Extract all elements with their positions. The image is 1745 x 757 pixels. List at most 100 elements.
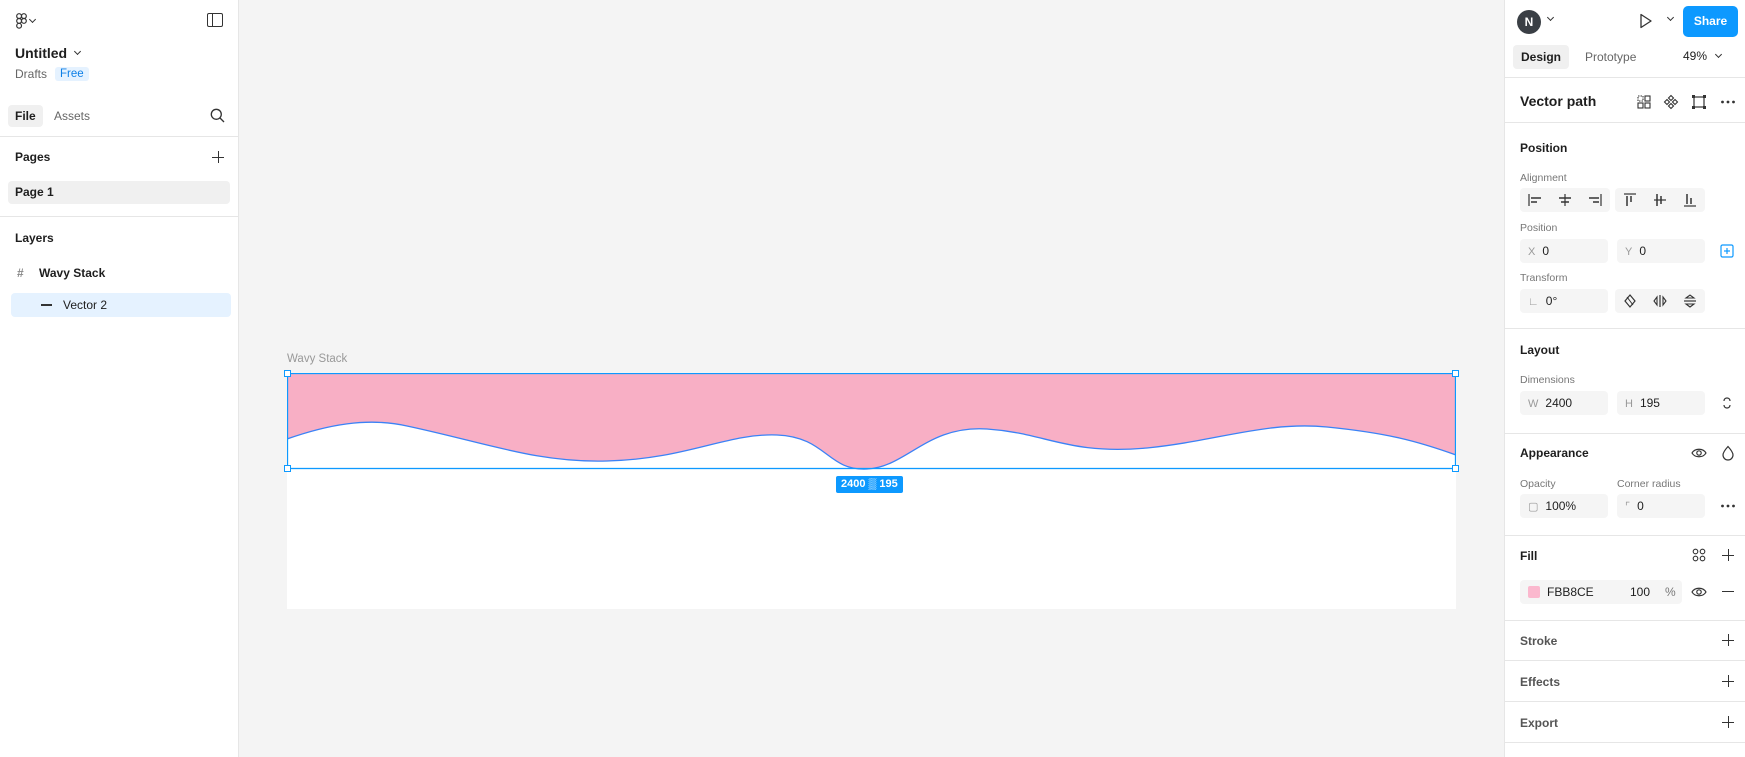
align-horizontal-center-icon[interactable] [1550,188,1580,212]
h-label: H [1625,398,1633,410]
rotation-icon: ∟ [1528,296,1539,308]
opacity-icon: ▢ [1528,501,1539,513]
add-effect-icon[interactable] [1722,675,1734,687]
styles-icon[interactable] [1691,547,1707,563]
x-label: X [1528,246,1536,258]
resize-handle-bottom-left[interactable] [284,465,291,472]
opacity-field[interactable]: ▢ 100% [1520,494,1608,518]
appearance-header: Appearance [1520,446,1589,460]
divider [1505,742,1745,743]
flip-vertical-icon[interactable] [1675,289,1705,313]
zoom-control[interactable]: 49% [1683,49,1723,63]
x-position-field[interactable]: X0 [1520,239,1608,263]
rotation-value: 0° [1545,294,1558,308]
add-stroke-icon[interactable] [1722,634,1734,646]
constraints-icon[interactable] [1719,243,1735,259]
height-field[interactable]: H 195 [1617,391,1705,415]
vertical-align-group [1615,188,1705,212]
transform-group [1615,289,1705,313]
drafts-link[interactable]: Drafts [15,67,47,81]
tab-prototype[interactable]: Prototype [1577,45,1644,69]
blend-mode-icon[interactable] [1720,445,1736,461]
divider [0,216,239,217]
eye-icon[interactable] [1691,584,1707,600]
component-icon[interactable] [1663,94,1679,110]
align-left-icon[interactable] [1520,188,1550,212]
align-top-icon[interactable] [1615,188,1645,212]
dimension-badge: 2400 ▒ 195 [836,476,903,493]
chevron-down-icon [1714,50,1723,59]
present-icon[interactable] [1639,13,1653,29]
flip-horizontal-icon[interactable] [1645,289,1675,313]
add-export-icon[interactable] [1722,716,1734,728]
toggle-sidebar-icon[interactable] [207,13,223,27]
resize-handle-top-right[interactable] [1452,370,1459,377]
chevron-down-icon[interactable] [1546,13,1555,22]
frame-selection-icon[interactable] [1691,94,1707,110]
fill-opacity[interactable]: 100 [1630,580,1650,604]
y-position-field[interactable]: Y0 [1617,239,1705,263]
resize-handle-top-left[interactable] [284,370,291,377]
wave-fill[interactable] [287,373,1456,470]
layer-vector-2[interactable]: Vector 2 [11,293,231,317]
effects-header: Effects [1520,675,1561,689]
figma-logo-icon [16,13,27,29]
file-title: Untitled [15,45,68,61]
constrain-proportions-icon[interactable] [1719,395,1735,411]
corner-radius-icon: ⌜ [1625,501,1631,513]
align-bottom-icon[interactable] [1675,188,1705,212]
chevron-down-icon[interactable] [1666,13,1675,22]
file-location: Drafts Free [15,67,89,81]
rotation-field[interactable]: ∟ 0° [1520,289,1608,313]
divider [1505,433,1745,434]
search-icon[interactable] [210,108,225,123]
eye-icon[interactable] [1691,445,1707,461]
transform-label: Transform [1520,272,1568,284]
align-vertical-center-icon[interactable] [1645,188,1675,212]
file-title-button[interactable]: Untitled [15,45,82,61]
line-icon [41,304,52,306]
fill-header: Fill [1520,549,1538,563]
position-header: Position [1520,141,1568,155]
add-fill-icon[interactable] [1722,549,1734,561]
chevron-down-icon [28,15,37,24]
more-options-icon[interactable] [1720,94,1736,110]
h-value: 195 [1639,396,1660,410]
pages-header: Pages [15,150,51,164]
horizontal-align-group [1520,188,1610,212]
left-tabs: File Assets [0,100,239,137]
zoom-level: 49% [1683,49,1708,63]
remove-fill-icon[interactable] [1722,591,1734,593]
fill-swatch[interactable] [1528,586,1540,598]
select-matching-icon[interactable] [1636,94,1652,110]
resize-handle-bottom-right[interactable] [1452,465,1459,472]
corner-radius-field[interactable]: ⌜ 0 [1617,494,1705,518]
tab-assets[interactable]: Assets [47,105,97,127]
page-item[interactable]: Page 1 [8,181,230,204]
fill-percent-sign: % [1665,585,1676,599]
tab-design[interactable]: Design [1513,45,1570,69]
avatar[interactable]: N [1517,10,1541,34]
width-field[interactable]: W 2400 [1520,391,1608,415]
figma-menu-button[interactable] [16,12,40,30]
plan-badge[interactable]: Free [55,67,89,81]
rotate-90-icon[interactable] [1615,289,1645,313]
y-label: Y [1625,246,1633,258]
more-options-icon[interactable] [1720,498,1736,514]
share-button[interactable]: Share [1683,6,1738,37]
selection-title: Vector path [1520,93,1597,109]
fill-color-field[interactable]: FBB8CE 100 % [1520,580,1682,604]
divider [1505,535,1745,536]
alignment-label: Alignment [1520,172,1567,184]
add-page-icon[interactable] [212,151,224,163]
canvas[interactable]: Wavy Stack 2400 ▒ 195 [240,0,1504,757]
chevron-down-icon [74,47,82,56]
layer-wavy-stack[interactable]: # Wavy Stack [11,261,231,285]
layers-header: Layers [15,231,54,245]
vector-path[interactable] [287,373,1456,471]
divider [1505,122,1745,123]
frame-label[interactable]: Wavy Stack [287,353,347,365]
align-right-icon[interactable] [1580,188,1610,212]
left-topbar [0,0,238,40]
tab-file[interactable]: File [8,105,43,127]
